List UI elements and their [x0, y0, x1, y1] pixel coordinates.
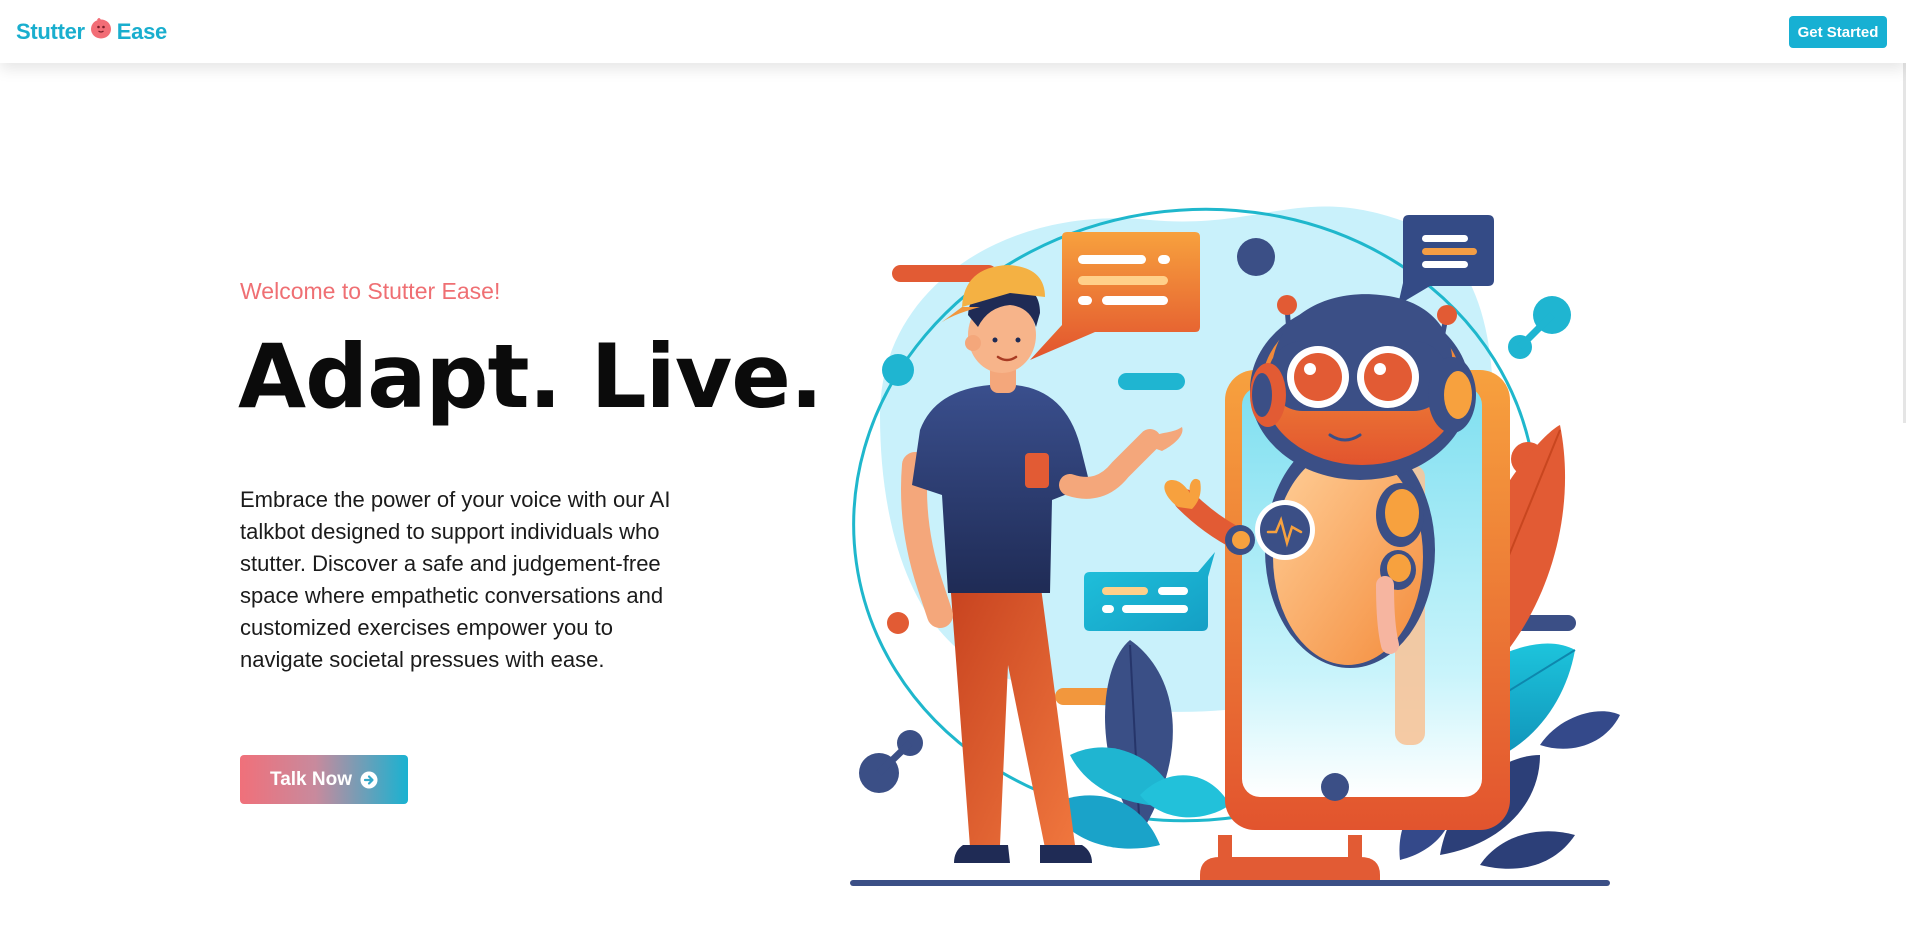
talk-now-button[interactable]: Talk Now	[240, 755, 408, 804]
navbar: Stutter Ease Get Started	[0, 0, 1906, 63]
get-started-button[interactable]: Get Started	[1789, 16, 1887, 48]
welcome-text: Welcome to Stutter Ease!	[240, 278, 501, 304]
brand-name-left: Stutter	[16, 19, 85, 44]
landing-page: Stutter Ease Get Started Welcome to Stut…	[0, 0, 1906, 934]
brand-name-right: Ease	[116, 19, 167, 44]
brand-logo[interactable]: Stutter Ease	[16, 17, 167, 47]
hero-illustration	[850, 206, 1620, 886]
talk-now-label: Talk Now	[270, 768, 352, 790]
mascot-icon	[90, 18, 111, 39]
hero-headline: Adapt. Live.	[238, 325, 823, 428]
hero-description: Embrace the power of your voice with our…	[240, 487, 671, 672]
arrow-circle-right-icon	[360, 771, 378, 788]
